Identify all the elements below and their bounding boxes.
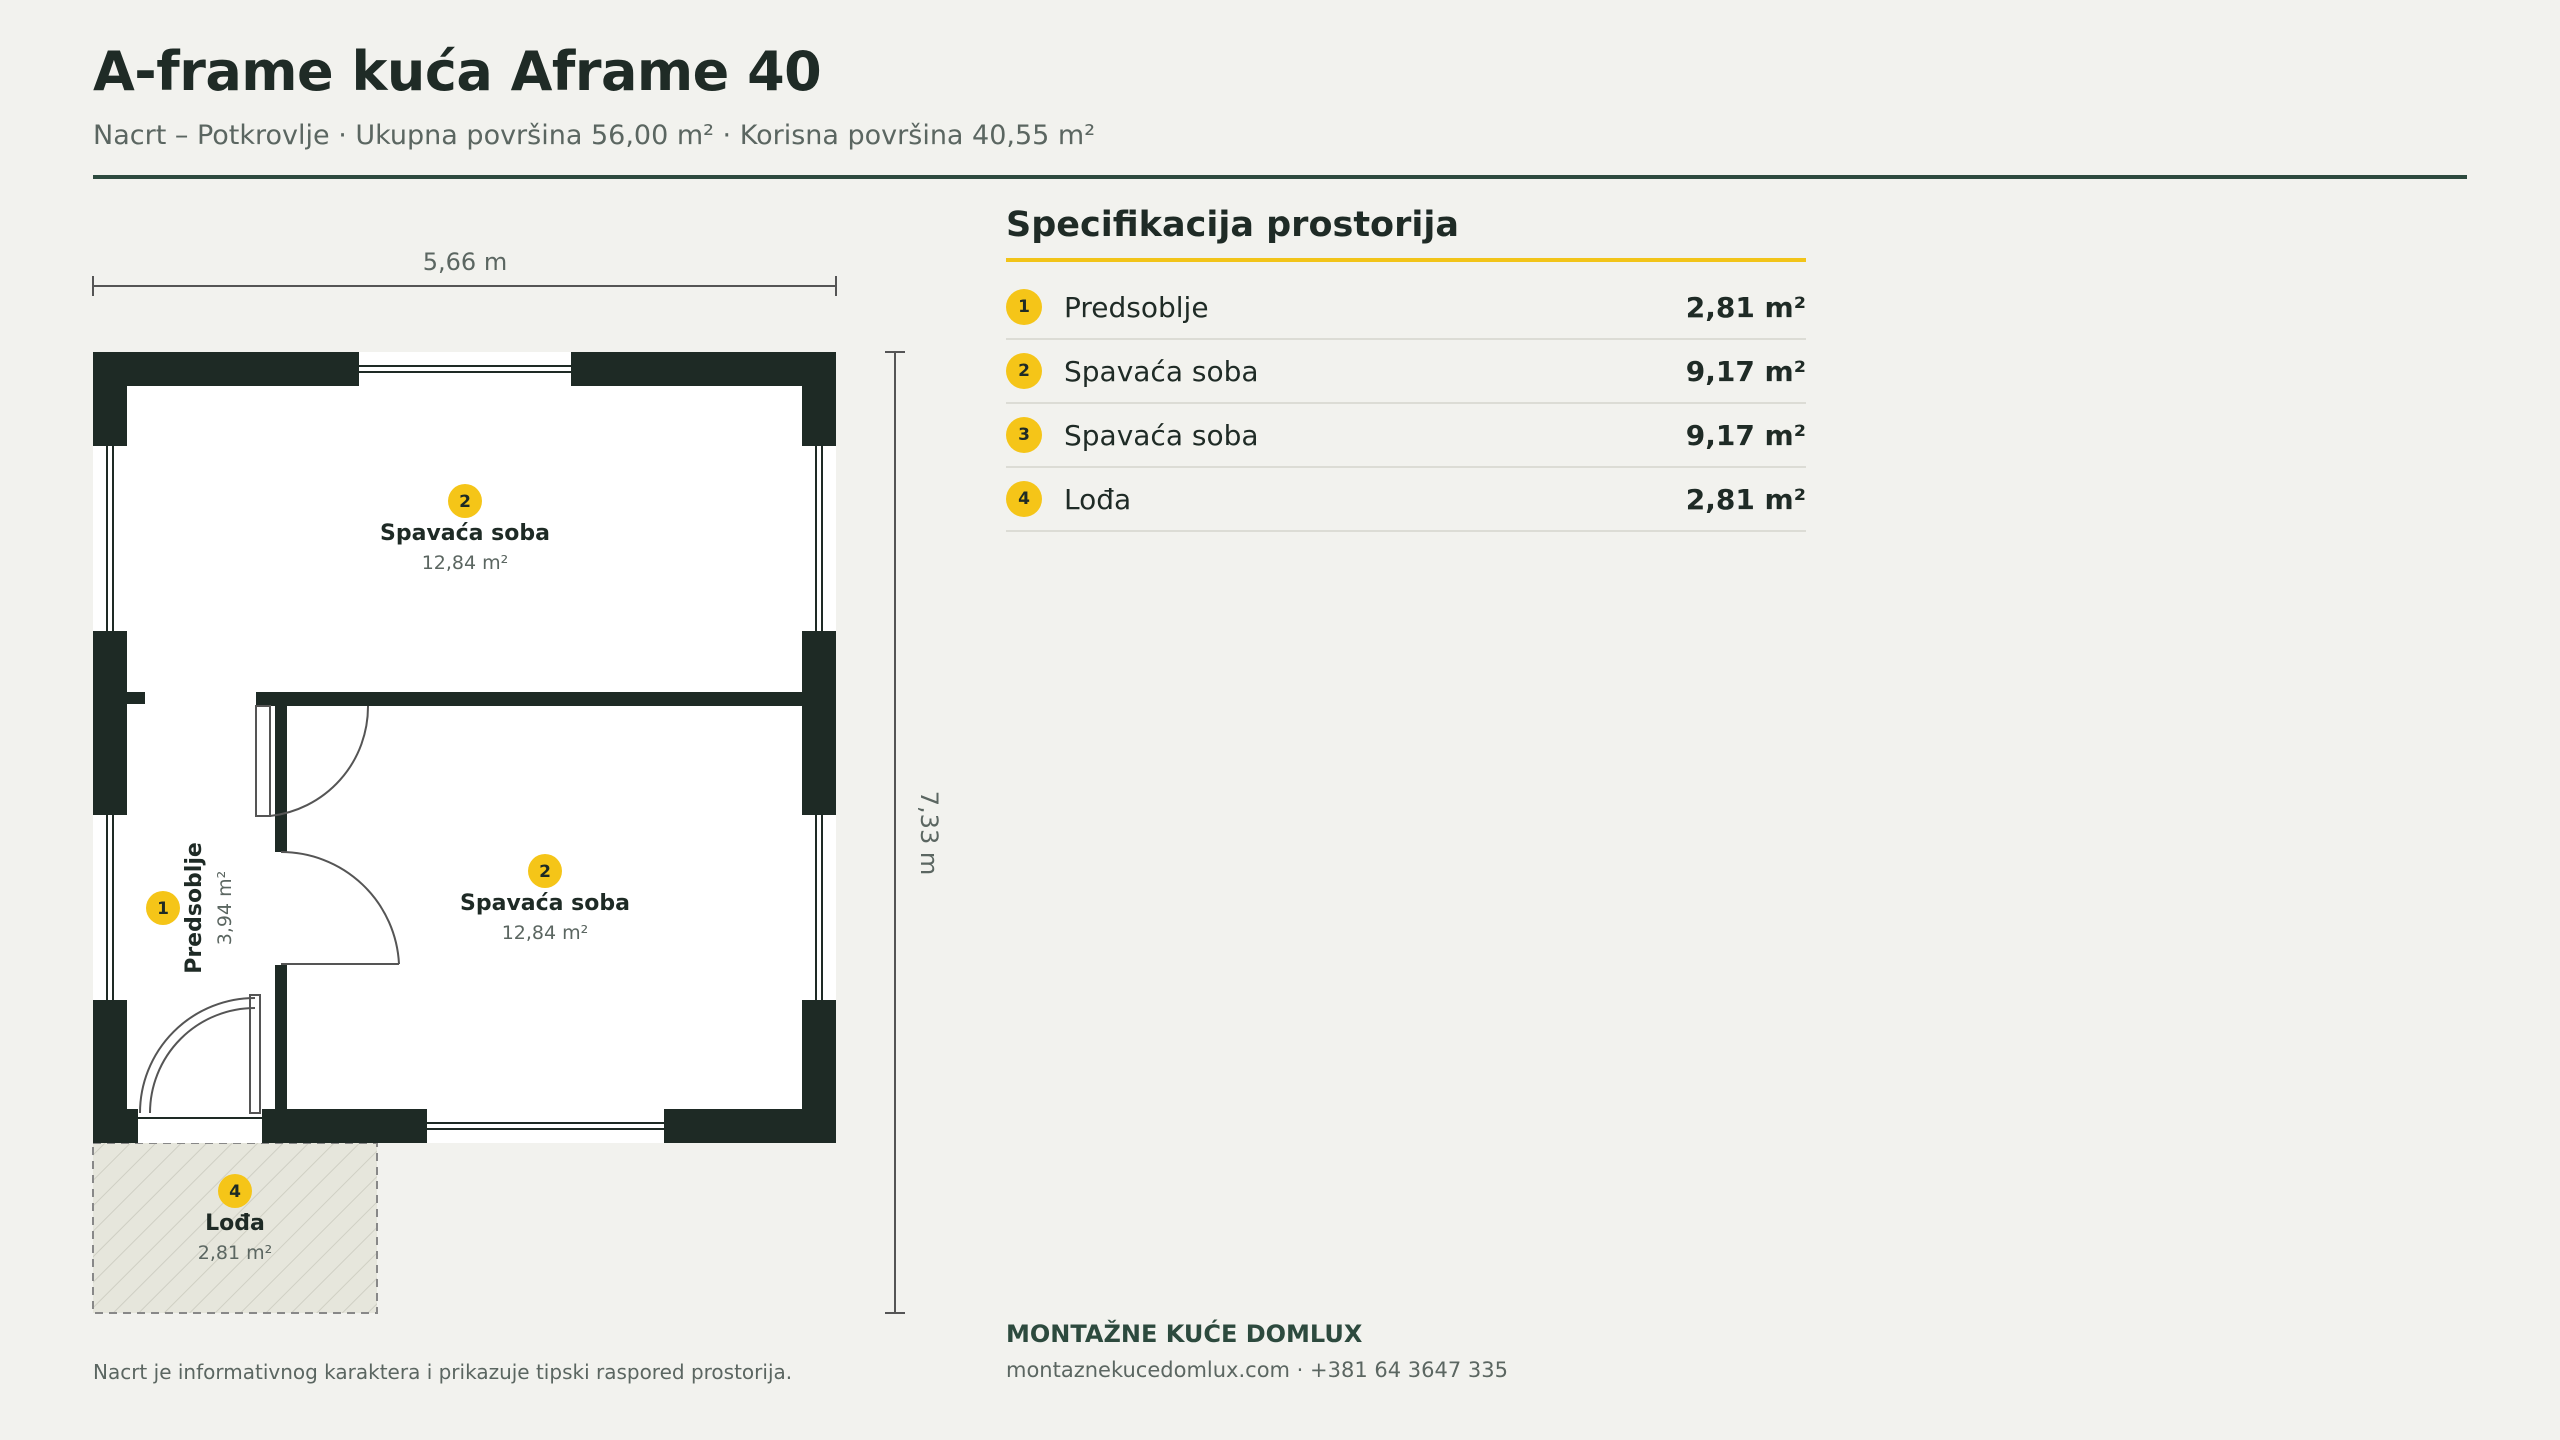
partition-vertical-top xyxy=(275,706,287,852)
spec-number: 1 xyxy=(1006,289,1042,325)
room-area: 12,84 m² xyxy=(502,922,589,944)
spec-room-area: 2,81 m² xyxy=(1685,482,1806,516)
room-number: 2 xyxy=(459,492,471,512)
spec-room-name: Lođa xyxy=(1064,482,1132,516)
spec-room-name: Spavaća soba xyxy=(1064,354,1259,388)
width-dimension: 5,66 m xyxy=(92,248,837,296)
brand-name: MONTAŽNE KUĆE DOMLUX xyxy=(1006,1320,1363,1348)
spec-number: 3 xyxy=(1006,417,1042,453)
room-name: Spavaća soba xyxy=(460,891,630,916)
window-bottom xyxy=(427,1109,664,1143)
window-left-lower xyxy=(93,815,127,1000)
floor-plan: 5,66 m 7,33 m 2 Spavaća soba 12,84 m² 2 … xyxy=(92,248,943,1314)
spec-room-area: 2,81 m² xyxy=(1685,290,1806,324)
room-number: 4 xyxy=(229,1182,241,1202)
room-area: 3,94 m² xyxy=(214,871,236,945)
spec-title: Specifikacija prostorija xyxy=(1006,205,1459,245)
width-label: 5,66 m xyxy=(423,248,507,276)
room-number: 2 xyxy=(539,862,551,882)
spec-row: 1 Predsoblje 2,81 m² xyxy=(1006,276,1806,340)
spec-room-area: 9,17 m² xyxy=(1685,354,1806,388)
partition-vertical-bottom xyxy=(275,965,287,1109)
spec-room-name: Spavaća soba xyxy=(1064,418,1259,452)
spec-room-name: Predsoblje xyxy=(1064,290,1209,324)
spec-row: 2 Spavaća soba 9,17 m² xyxy=(1006,340,1806,404)
room-number: 1 xyxy=(157,899,169,919)
spec-divider xyxy=(1006,258,1806,262)
room-area: 12,84 m² xyxy=(422,552,509,574)
room-name: Spavaća soba xyxy=(380,521,550,546)
window-right-lower xyxy=(802,815,836,1000)
spec-number: 2 xyxy=(1006,353,1042,389)
spec-row: 4 Lođa 2,81 m² xyxy=(1006,468,1806,532)
spec-room-area: 9,17 m² xyxy=(1685,418,1806,452)
partition-stub xyxy=(127,692,145,704)
room-area: 2,81 m² xyxy=(198,1242,272,1264)
height-label: 7,33 m xyxy=(915,791,943,875)
spec-row: 3 Spavaća soba 9,17 m² xyxy=(1006,404,1806,468)
window-top xyxy=(359,352,571,386)
footnote: Nacrt je informativnog karaktera i prika… xyxy=(93,1360,793,1384)
height-dimension: 7,33 m xyxy=(885,351,943,1314)
room-name: Predsoblje xyxy=(182,842,207,974)
window-left-upper xyxy=(93,446,127,631)
window-right-upper xyxy=(802,446,836,631)
partition-horizontal xyxy=(256,692,802,706)
spec-number: 4 xyxy=(1006,481,1042,517)
room-name: Lođa xyxy=(205,1211,265,1236)
contact-info: montaznekucedomlux.com · +381 64 3647 33… xyxy=(1006,1358,1508,1382)
spec-list: 1 Predsoblje 2,81 m² 2 Spavaća soba 9,17… xyxy=(1006,276,1806,532)
